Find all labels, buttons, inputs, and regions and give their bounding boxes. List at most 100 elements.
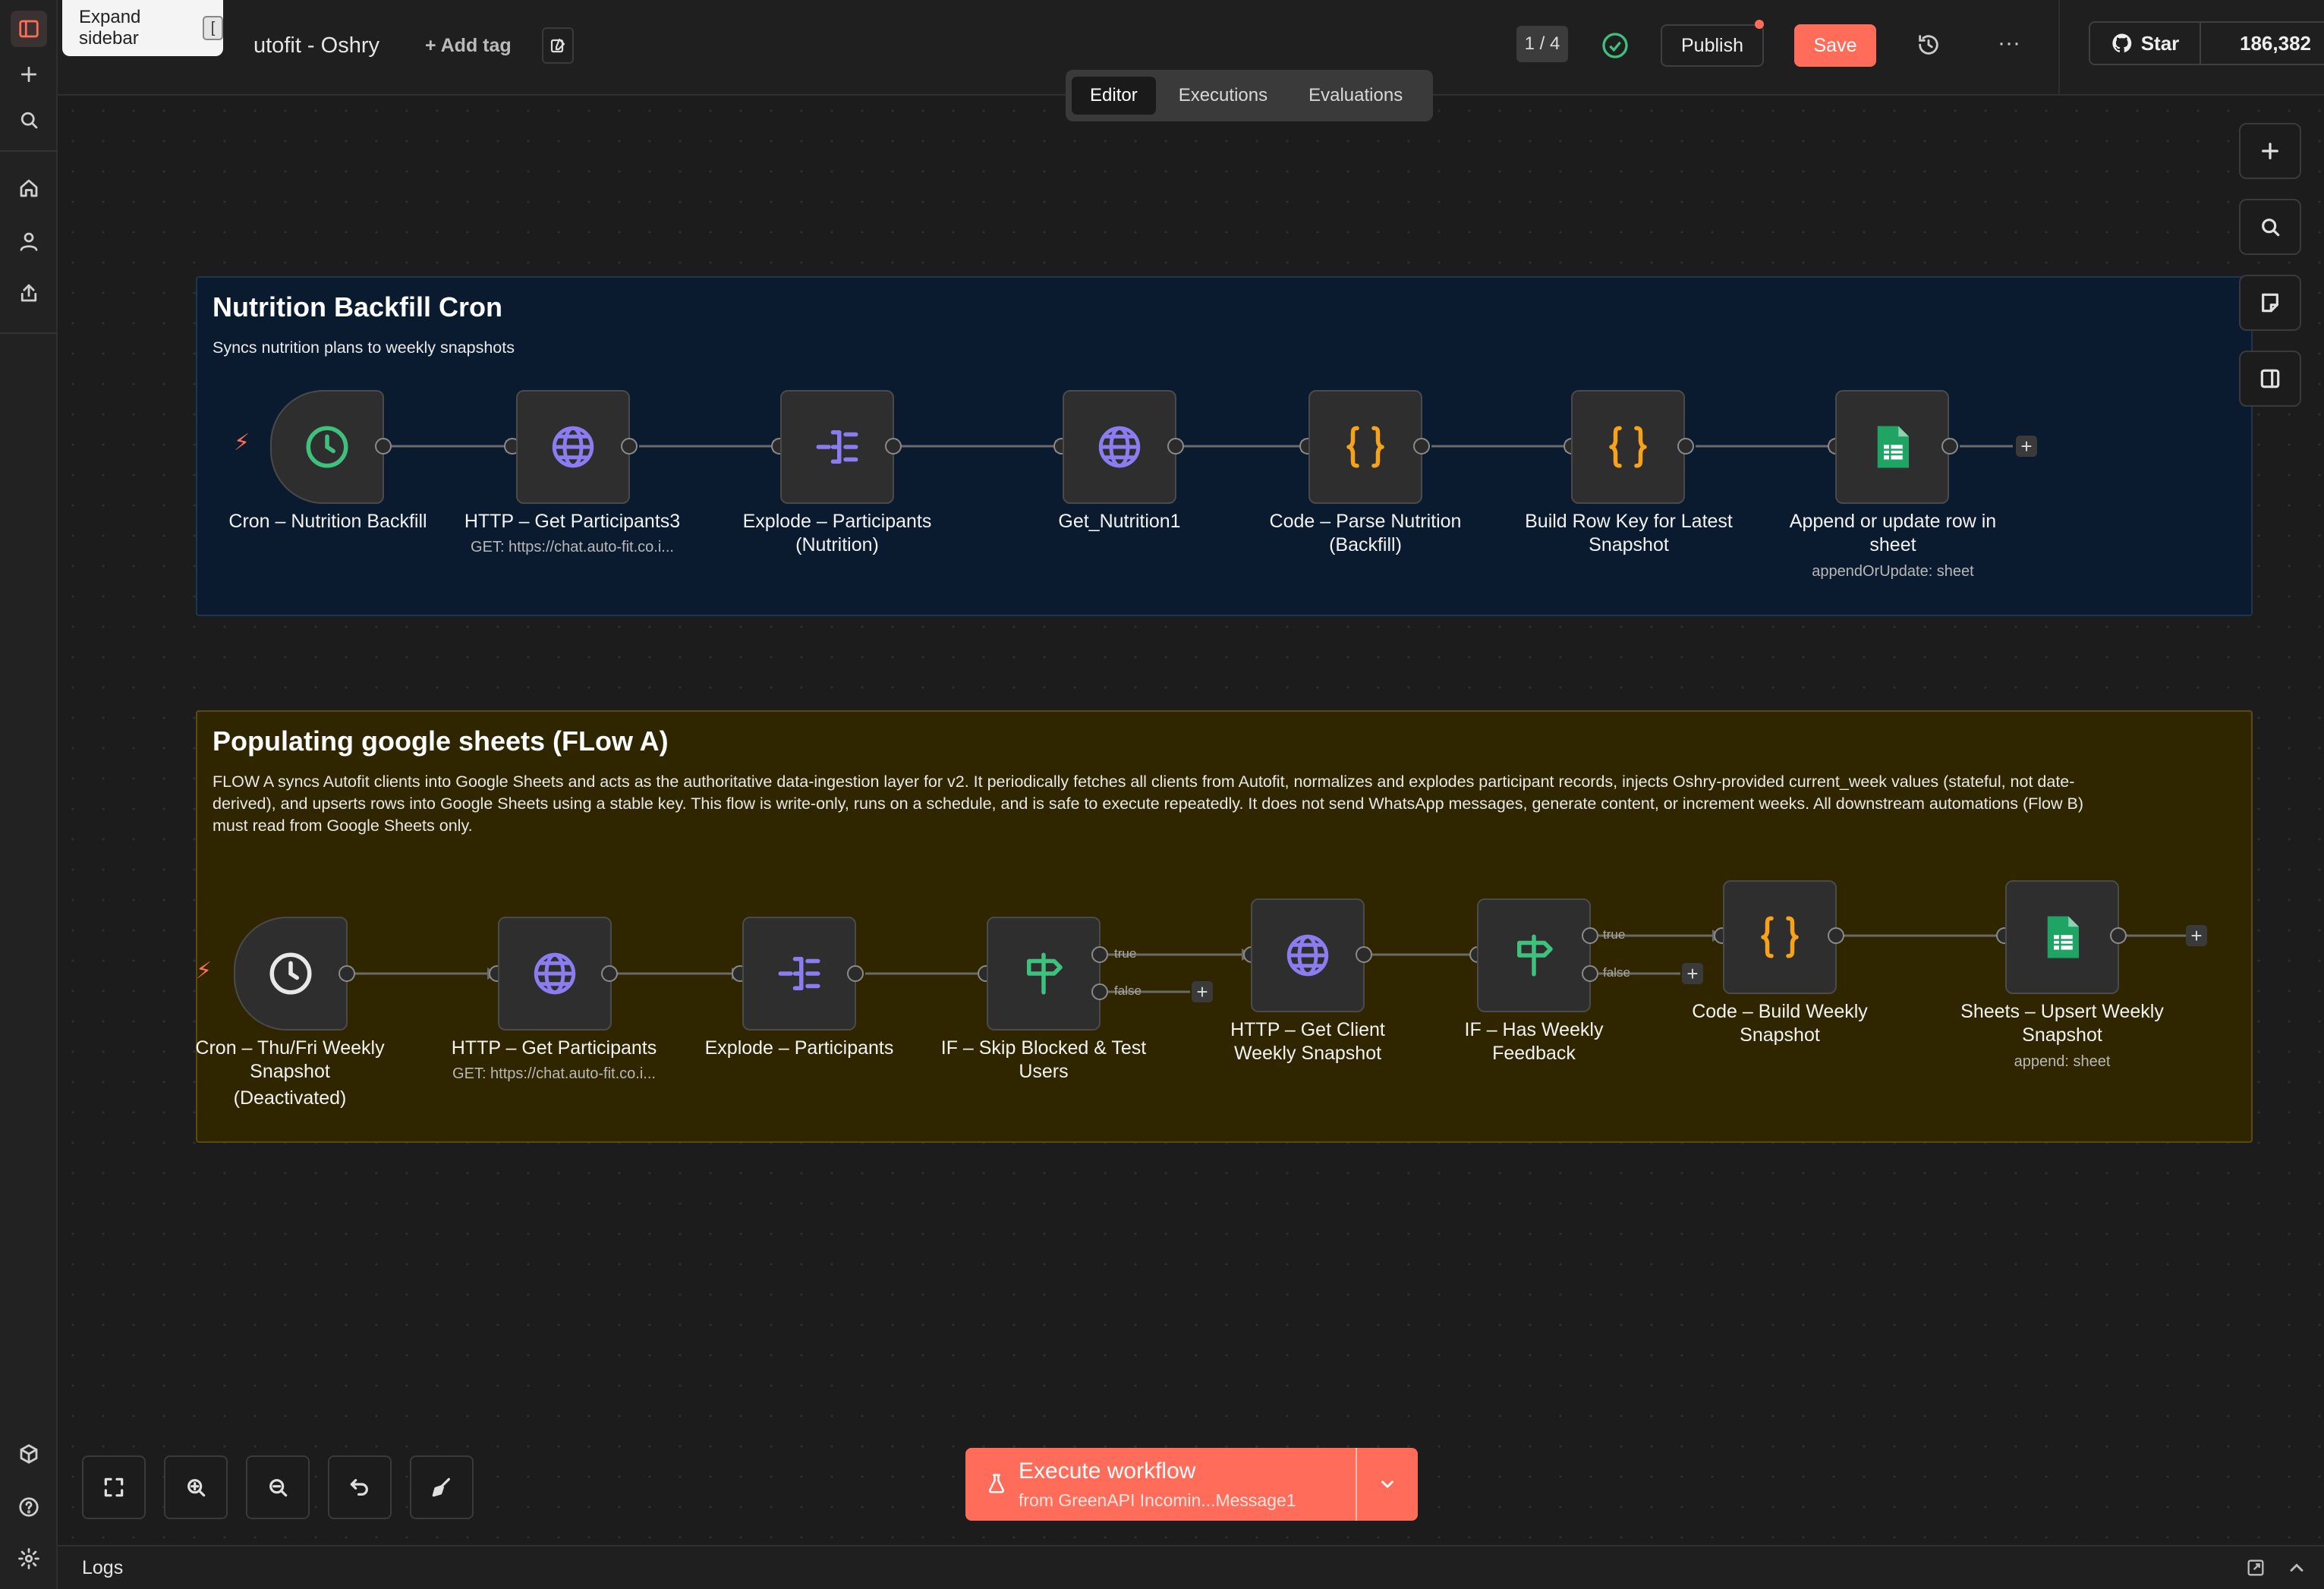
tab-editor[interactable]: Editor xyxy=(1072,77,1156,115)
search-button[interactable] xyxy=(11,102,47,138)
output-port[interactable] xyxy=(339,965,355,982)
execute-trigger-dropdown[interactable] xyxy=(1357,1448,1418,1521)
node-if-has-weekly-feedback[interactable] xyxy=(1477,898,1591,1012)
home-button[interactable] xyxy=(11,170,47,206)
node-sheets-upsert-weekly[interactable] xyxy=(2005,880,2119,994)
output-port[interactable] xyxy=(2110,927,2127,944)
save-button[interactable]: Save xyxy=(1794,24,1876,67)
tooltip-text: Expand sidebar xyxy=(79,7,141,49)
edit-note-icon xyxy=(550,38,565,53)
workflow-title[interactable]: utofit - Oshry xyxy=(253,33,379,58)
zoom-in-button[interactable] xyxy=(164,1455,228,1519)
node-cron-thu-fri-weekly[interactable] xyxy=(234,917,348,1030)
output-port[interactable] xyxy=(1167,438,1184,455)
personal-button[interactable] xyxy=(11,223,47,260)
add-sticky-note-button[interactable] xyxy=(2239,275,2301,331)
node-explode-participants-nutrition[interactable] xyxy=(780,390,894,504)
sticky-description: FLOW A syncs Autofit clients into Google… xyxy=(213,771,2247,837)
output-port-false[interactable] xyxy=(1091,983,1108,1000)
output-port[interactable] xyxy=(885,438,902,455)
output-port[interactable] xyxy=(1677,438,1694,455)
history-button[interactable] xyxy=(1916,32,1941,61)
node-label: HTTP – Get Participants3 xyxy=(464,511,681,532)
node-http-get-participants[interactable] xyxy=(498,917,612,1030)
expand-logs-button[interactable] xyxy=(2286,1557,2307,1582)
node-code-build-weekly[interactable] xyxy=(1723,880,1837,994)
execute-workflow-button[interactable]: Execute workflow from GreenAPI Incomin..… xyxy=(965,1448,1418,1521)
signpost-icon xyxy=(1517,934,1553,977)
globe-icon xyxy=(1286,934,1329,977)
left-icon-rail xyxy=(0,0,58,1589)
node-explode-participants[interactable] xyxy=(742,917,856,1030)
create-button[interactable] xyxy=(11,56,47,93)
add-node-button[interactable]: + xyxy=(2186,925,2207,946)
sticky-title: Populating google sheets (FLow A) xyxy=(213,725,669,757)
search-icon xyxy=(20,112,38,129)
node-http-get-client-weekly[interactable] xyxy=(1251,898,1365,1012)
search-icon xyxy=(2262,219,2280,237)
sticky-description-line: FLOW A syncs Autofit clients into Google… xyxy=(213,772,2075,791)
output-port[interactable] xyxy=(1413,438,1430,455)
github-star-label: Star xyxy=(2140,31,2180,55)
node-label: Explode – Participants (Nutrition) xyxy=(742,511,932,555)
add-node-button[interactable]: + xyxy=(2016,436,2037,457)
templates-button[interactable] xyxy=(11,1436,47,1472)
pop-out-logs-button[interactable] xyxy=(2245,1557,2266,1582)
node-subtitle: GET: https://chat.auto-fit.co.i... xyxy=(452,1065,656,1082)
add-node-button[interactable]: + xyxy=(1682,963,1703,984)
tidy-up-button[interactable] xyxy=(410,1455,474,1519)
expand-sidebar-tooltip: Expand sidebar [ xyxy=(62,0,223,56)
output-port[interactable] xyxy=(1828,927,1844,944)
zoom-out-button[interactable] xyxy=(246,1455,310,1519)
node-cron-nutrition-backfill[interactable] xyxy=(270,390,384,504)
shared-button[interactable] xyxy=(11,275,47,311)
edit-description-button[interactable] xyxy=(542,27,574,64)
output-port[interactable] xyxy=(1941,438,1958,455)
undo-button[interactable] xyxy=(328,1455,392,1519)
broom-icon xyxy=(432,1477,450,1497)
pop-out-icon xyxy=(2247,1559,2264,1576)
output-port-true[interactable] xyxy=(1582,927,1598,944)
output-port-true[interactable] xyxy=(1091,946,1108,963)
logs-panel-bar[interactable]: Logs xyxy=(58,1545,2324,1589)
logs-label: Logs xyxy=(82,1557,124,1578)
node-if-skip-blocked[interactable] xyxy=(987,917,1101,1030)
github-star-count[interactable]: 186,382 xyxy=(2200,21,2324,65)
node-label: Cron – Nutrition Backfill xyxy=(228,511,427,532)
node-http-get-participants3[interactable] xyxy=(516,390,630,504)
node-get-nutrition1[interactable] xyxy=(1063,390,1176,504)
tab-evaluations[interactable]: Evaluations xyxy=(1290,77,1421,115)
output-port[interactable] xyxy=(601,965,618,982)
node-label: Code – Parse Nutrition (Backfill) xyxy=(1269,511,1462,555)
panel-right-icon xyxy=(2260,369,2280,389)
help-button[interactable] xyxy=(11,1489,47,1525)
share-icon xyxy=(20,284,37,302)
output-port-false[interactable] xyxy=(1582,965,1598,982)
output-port[interactable] xyxy=(621,438,638,455)
chevron-up-icon xyxy=(2290,1563,2304,1572)
more-options-button[interactable]: ··· xyxy=(1998,30,2020,56)
toggle-side-panel-button[interactable] xyxy=(2239,351,2301,407)
search-nodes-button[interactable] xyxy=(2239,199,2301,255)
output-port[interactable] xyxy=(375,438,392,455)
node-label: Code – Build Weekly Snapshot xyxy=(1692,1001,1868,1046)
node-append-or-update-row[interactable] xyxy=(1835,390,1949,504)
add-node-button[interactable]: + xyxy=(1192,981,1213,1002)
sidebar-toggle-button[interactable] xyxy=(11,11,47,47)
node-code-parse-nutrition[interactable] xyxy=(1308,390,1422,504)
add-tag-button[interactable]: + Add tag xyxy=(425,35,512,57)
branch-label-true: true xyxy=(1603,927,1626,942)
settings-button[interactable] xyxy=(11,1540,47,1577)
execute-label: Execute workflow xyxy=(1019,1458,1196,1484)
fit-view-button[interactable] xyxy=(82,1455,146,1519)
github-star-button[interactable]: Star xyxy=(2089,21,2201,65)
output-port[interactable] xyxy=(847,965,864,982)
add-node-panel-button[interactable] xyxy=(2239,123,2301,179)
trigger-bolt-icon: ⚡ xyxy=(196,958,213,983)
node-build-row-key[interactable] xyxy=(1571,390,1685,504)
output-port[interactable] xyxy=(1356,946,1372,963)
sticky-description: Syncs nutrition plans to weekly snapshot… xyxy=(213,338,515,357)
node-label: Get_Nutrition1 xyxy=(1058,511,1181,532)
publish-button[interactable]: Publish xyxy=(1661,24,1764,67)
tab-executions[interactable]: Executions xyxy=(1160,77,1286,115)
